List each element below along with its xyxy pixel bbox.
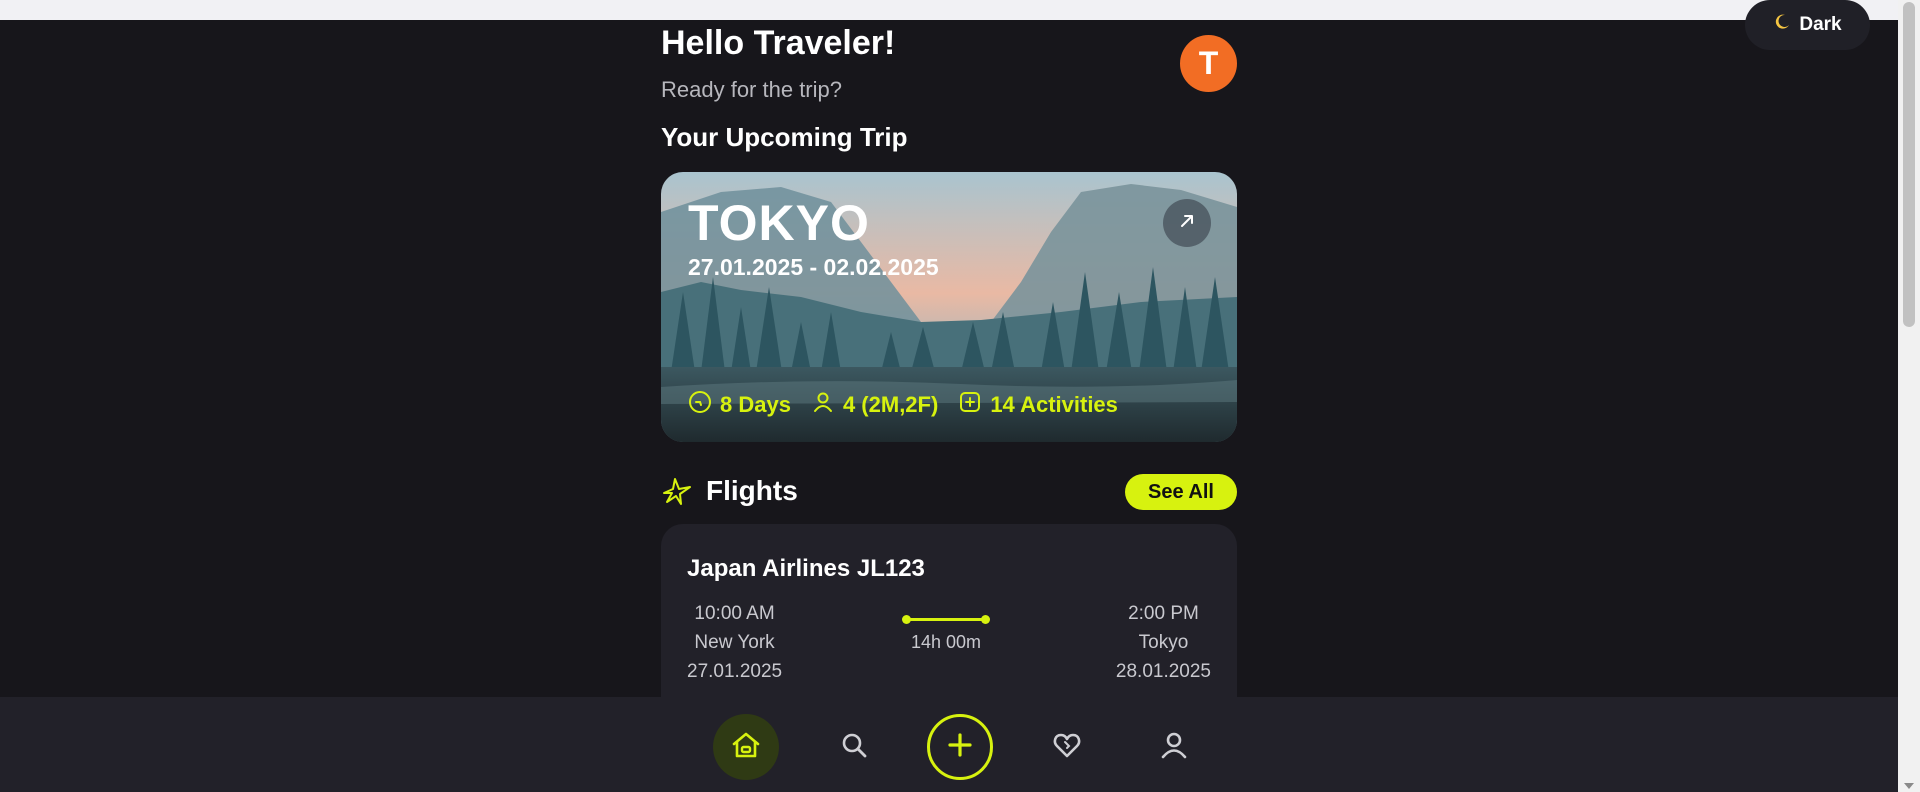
trip-stat-activities-label: 14 Activities bbox=[990, 392, 1118, 417]
profile-icon bbox=[1159, 730, 1189, 765]
departure-date: 27.01.2025 bbox=[687, 661, 783, 682]
flights-heading: Flights bbox=[706, 475, 798, 506]
heart-icon bbox=[1052, 730, 1082, 765]
clock-icon bbox=[688, 390, 712, 420]
flight-arrival: 2:00 PM Tokyo 28.01.2025 bbox=[1116, 599, 1211, 686]
nav-profile-button[interactable] bbox=[1141, 714, 1207, 780]
avatar[interactable]: T bbox=[1180, 35, 1237, 92]
trip-stat-days-label: 8 Days bbox=[720, 392, 791, 417]
avatar-initial: T bbox=[1198, 45, 1219, 81]
trip-stat-activities: 14 Activities bbox=[958, 390, 1118, 420]
scrollbar[interactable] bbox=[1898, 0, 1920, 792]
theme-toggle-label: Dark bbox=[1799, 14, 1842, 35]
trip-stats: 8 Days 4 (2M,2F) 14 Activities bbox=[688, 390, 1118, 420]
search-icon bbox=[839, 730, 869, 765]
person-icon bbox=[811, 390, 835, 420]
trip-stat-travelers: 4 (2M,2F) bbox=[811, 390, 938, 420]
nav-add-button[interactable] bbox=[927, 714, 993, 780]
scrollbar-thumb[interactable] bbox=[1903, 2, 1915, 327]
flight-airline: Japan Airlines JL123 bbox=[687, 555, 925, 582]
route-start-dot bbox=[902, 615, 911, 624]
departure-city: New York bbox=[694, 632, 775, 653]
greeting-subtitle: Ready for the trip? bbox=[661, 77, 842, 102]
scroll-down-arrow-icon[interactable] bbox=[1904, 783, 1914, 789]
route-end-dot bbox=[981, 615, 990, 624]
trip-city: TOKYO bbox=[688, 195, 870, 251]
trip-dates: 27.01.2025 - 02.02.2025 bbox=[688, 254, 939, 280]
arrival-date: 28.01.2025 bbox=[1115, 661, 1211, 682]
arrival-time: 2:00 PM bbox=[1128, 603, 1199, 624]
upcoming-trip-card[interactable]: TOKYO 27.01.2025 - 02.02.2025 8 Days 4 (… bbox=[661, 172, 1237, 442]
bottom-navigation bbox=[0, 697, 1898, 792]
airplane-icon bbox=[661, 475, 693, 512]
open-trip-button[interactable] bbox=[1163, 199, 1211, 247]
arrow-up-right-icon bbox=[1178, 212, 1196, 235]
plus-square-icon bbox=[958, 390, 982, 420]
moon-icon bbox=[1773, 13, 1791, 37]
flight-route: 14h 00m bbox=[901, 615, 991, 653]
browser-top-strip bbox=[0, 0, 1898, 20]
add-icon bbox=[946, 731, 974, 764]
nav-favorites-button[interactable] bbox=[1034, 714, 1100, 780]
departure-time: 10:00 AM bbox=[694, 603, 775, 624]
flight-departure: 10:00 AM New York 27.01.2025 bbox=[687, 599, 782, 686]
flights-header: Flights See All bbox=[661, 472, 1237, 512]
home-icon bbox=[730, 729, 762, 766]
theme-toggle-button[interactable]: Dark bbox=[1745, 0, 1870, 50]
trip-stat-days: 8 Days bbox=[688, 390, 791, 420]
nav-search-button[interactable] bbox=[821, 714, 887, 780]
greeting-heading: Hello Traveler! bbox=[661, 24, 896, 62]
trip-stat-travelers-label: 4 (2M,2F) bbox=[842, 392, 939, 417]
see-all-flights-button[interactable]: See All bbox=[1125, 474, 1237, 510]
arrival-city: Tokyo bbox=[1138, 632, 1189, 653]
nav-home-button[interactable] bbox=[713, 714, 779, 780]
flight-route-line bbox=[902, 615, 990, 624]
flight-duration: 14h 00m bbox=[910, 632, 982, 652]
upcoming-trip-heading: Your Upcoming Trip bbox=[661, 122, 908, 152]
